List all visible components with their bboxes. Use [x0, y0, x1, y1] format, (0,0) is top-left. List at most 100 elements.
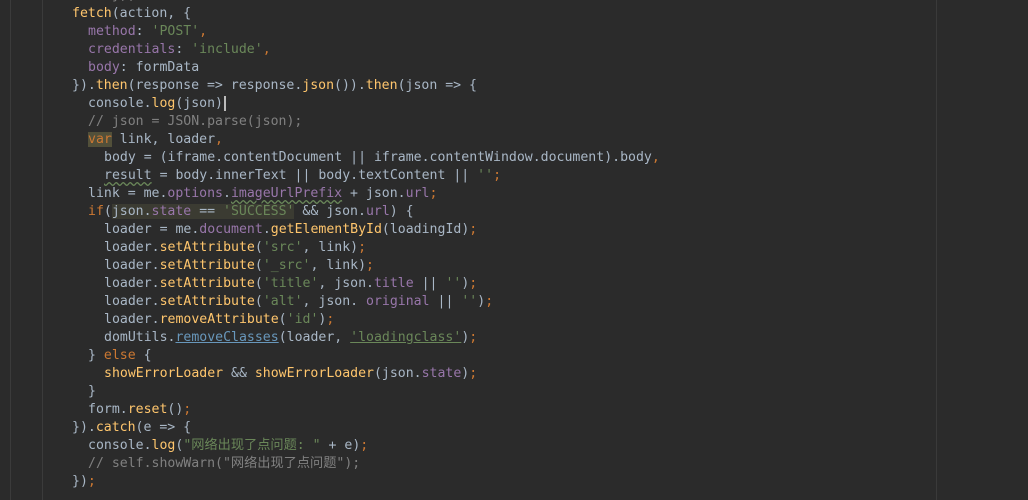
- code-token: .: [262, 222, 271, 237]
- code-token: ;: [469, 222, 478, 237]
- code-token: (loader,: [278, 330, 351, 345]
- code-line[interactable]: loader.setAttribute('_src', link);: [0, 257, 660, 275]
- code-token: console.: [88, 96, 152, 111]
- code-line[interactable]: loader = me.document.getElementById(load…: [0, 221, 660, 239]
- right-margin-guide: [936, 0, 937, 500]
- code-token: {: [135, 348, 152, 363]
- code-line[interactable]: method: 'POST',: [0, 23, 660, 41]
- code-token: fetch: [72, 6, 112, 21]
- code-token: }: [88, 384, 96, 399]
- code-line[interactable]: // json = JSON.parse(json);: [0, 113, 660, 131]
- code-token: ;: [469, 330, 478, 345]
- code-token: ;: [87, 474, 96, 489]
- code-token: , json.: [302, 294, 367, 309]
- code-token: then: [365, 78, 398, 93]
- code-line[interactable]: result = body.innerText || body.textCont…: [0, 167, 660, 185]
- code-token: ()).: [334, 78, 366, 93]
- code-token: (json): [175, 96, 223, 111]
- code-token: ;: [493, 168, 502, 183]
- code-token: ;: [485, 294, 494, 309]
- code-line[interactable]: showErrorLoader && showErrorLoader(json.…: [0, 365, 660, 383]
- code-token: title: [373, 276, 414, 291]
- code-line[interactable]: }).catch(e => {: [0, 419, 660, 437]
- code-token: url: [365, 204, 390, 219]
- code-token: state: [151, 204, 192, 219]
- code-token: + e): [320, 438, 361, 453]
- code-line[interactable]: }: [0, 383, 660, 401]
- code-token: imageUrlPrefix: [230, 186, 343, 201]
- code-line[interactable]: form.reset();: [0, 401, 660, 419]
- code-token: :: [175, 42, 192, 57]
- code-token: ,: [262, 42, 271, 57]
- code-token: "网络出现了点问题: ": [183, 438, 321, 453]
- code-token: ;: [360, 438, 369, 453]
- code-token: domUtils.: [104, 330, 176, 345]
- code-line[interactable]: body = (iframe.contentDocument || iframe…: [0, 149, 660, 167]
- code-token: }: [88, 348, 104, 363]
- code-lines[interactable]: // });fetch(action, {method: 'POST',cred…: [0, 0, 660, 491]
- code-token: showErrorLoader: [104, 366, 224, 381]
- code-token: (loadingId): [381, 222, 470, 237]
- code-line[interactable]: } else {: [0, 347, 660, 365]
- code-token: body = (iframe.contentDocument || iframe…: [104, 150, 652, 165]
- code-token: original: [366, 294, 430, 309]
- code-token: setAttribute: [159, 258, 255, 273]
- code-token: catch: [95, 420, 136, 435]
- code-token: ;: [366, 258, 374, 273]
- code-line[interactable]: fetch(action, {: [0, 5, 660, 23]
- code-token: getElementById: [270, 222, 382, 237]
- code-token: console.: [88, 438, 152, 453]
- code-line[interactable]: // self.showWarn("网络出现了点问题");: [0, 455, 660, 473]
- code-token: 'id': [286, 312, 319, 327]
- code-token: (: [254, 276, 263, 291]
- code-token: loader.: [104, 240, 160, 255]
- code-line[interactable]: loader.setAttribute('alt', json. origina…: [0, 293, 660, 311]
- code-token: (json => {: [397, 78, 477, 93]
- code-token: loader.: [104, 294, 160, 309]
- code-line[interactable]: domUtils.removeClasses(loader, 'loadingc…: [0, 329, 660, 347]
- code-token: form.: [88, 402, 128, 417]
- code-token: document: [199, 222, 263, 237]
- code-token: url: [405, 186, 430, 201]
- code-token: 'title': [262, 276, 319, 291]
- code-token: 'POST': [151, 24, 200, 39]
- code-line[interactable]: console.log("网络出现了点问题: " + e);: [0, 437, 660, 455]
- code-token: :: [135, 24, 152, 39]
- code-line[interactable]: loader.removeAttribute('id');: [0, 311, 660, 329]
- code-token: if: [88, 204, 104, 219]
- code-line[interactable]: }).then(response => response.json()).the…: [0, 77, 660, 95]
- code-token: = body.innerText || body.textContent ||: [151, 168, 478, 183]
- code-token: (: [254, 294, 263, 309]
- code-token: ): [477, 294, 486, 309]
- code-token: ==: [191, 204, 224, 219]
- code-token: credentials: [88, 42, 176, 57]
- code-line[interactable]: link = me.options.imageUrlPrefix + json.…: [0, 185, 660, 203]
- code-line[interactable]: console.log(json): [0, 95, 660, 113]
- code-line[interactable]: loader.setAttribute('title', json.title …: [0, 275, 660, 293]
- code-token: loader.: [104, 312, 160, 327]
- code-line[interactable]: credentials: 'include',: [0, 41, 660, 59]
- code-token: loader = me.: [104, 222, 200, 237]
- code-token: }): [72, 474, 88, 489]
- code-token: var: [88, 132, 112, 147]
- code-token: ;: [429, 186, 438, 201]
- code-token: , link): [302, 240, 359, 255]
- code-token: else: [103, 348, 136, 363]
- code-token: loader.: [104, 258, 160, 273]
- code-line[interactable]: var link, loader,: [0, 131, 660, 149]
- code-token: state: [421, 366, 462, 381]
- code-line[interactable]: body: formData: [0, 59, 660, 77]
- code-token: json.: [111, 204, 152, 219]
- code-token: removeClasses: [175, 330, 279, 345]
- code-token: options: [167, 186, 223, 201]
- code-editor[interactable]: // });fetch(action, {method: 'POST',cred…: [0, 0, 1028, 500]
- code-token: // self.showWarn("网络出现了点问题");: [88, 456, 361, 471]
- code-token: + json.: [342, 186, 406, 201]
- code-token: }).: [72, 78, 96, 93]
- code-line[interactable]: });: [0, 473, 660, 491]
- code-line[interactable]: if(json.state == 'SUCCESS' && json.url) …: [0, 203, 660, 221]
- code-token: ||: [413, 276, 446, 291]
- code-line[interactable]: loader.setAttribute('src', link);: [0, 239, 660, 257]
- code-token: link = me.: [88, 186, 168, 201]
- code-token: reset: [127, 402, 168, 417]
